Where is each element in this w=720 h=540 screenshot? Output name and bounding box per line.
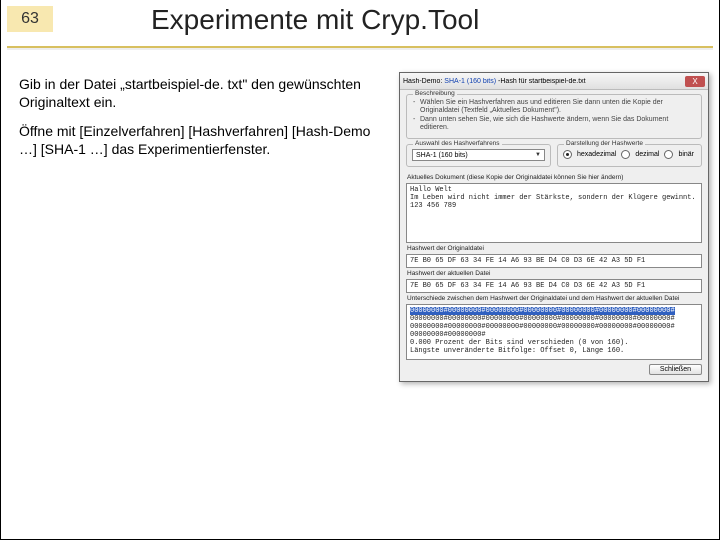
dialog-titlebar[interactable]: Hash-Demo: SHA-1 (160 bits) -Hash für st… xyxy=(400,73,708,90)
diff-row: 00000000#00000000#00000000#00000000#0000… xyxy=(410,323,675,331)
hash-original-readonly: 7E B0 65 DF 63 34 FE 14 A6 93 BE D4 C0 D… xyxy=(406,254,702,268)
close-button[interactable]: Schließen xyxy=(649,364,702,375)
description-line: Dann unten sehen Sie, wie sich die Hashw… xyxy=(420,116,696,132)
hash-current-label: Hashwert der aktuellen Datei xyxy=(407,270,702,277)
body-paragraph-2: Öffne mit [Einzelverfahren] [Hashverfahr… xyxy=(19,123,389,158)
format-group-title: Darstellung der Hashwerte xyxy=(564,140,645,147)
diff-label: Unterschiede zwischen dem Hashwert der O… xyxy=(407,295,702,302)
hash-current-readonly: 7E B0 65 DF 63 34 FE 14 A6 93 BE D4 C0 D… xyxy=(406,279,702,293)
description-group: Beschreibung Wählen Sie ein Hashverfahre… xyxy=(406,94,702,139)
radio-binary[interactable] xyxy=(664,150,673,159)
slide-header: 63 Experimente mit Cryp.Tool xyxy=(1,0,719,60)
hash-select-title: Auswahl des Hashverfahrens xyxy=(413,140,502,147)
description-line: Wählen Sie ein Hashverfahren aus und edi… xyxy=(420,99,696,115)
radio-hexadecimal[interactable] xyxy=(563,150,572,159)
chevron-down-icon: ▼ xyxy=(535,152,541,158)
editor-label: Aktuelles Dokument (diese Kopie der Orig… xyxy=(407,174,702,181)
hash-select-group: Auswahl des Hashverfahrens SHA-1 (160 bi… xyxy=(406,144,551,167)
current-document-textarea[interactable]: Hallo Welt Im Leben wird nicht immer der… xyxy=(406,183,702,243)
hash-algorithm-select[interactable]: SHA-1 (160 bits) ▼ xyxy=(412,149,545,161)
format-group: Darstellung der Hashwerte hexadezimal de… xyxy=(557,144,702,167)
titlebar-algorithm: SHA-1 (160 bits) xyxy=(444,78,496,85)
close-icon[interactable]: X xyxy=(685,76,705,87)
slide-title: Experimente mit Cryp.Tool xyxy=(151,4,479,36)
hash-algorithm-value: SHA-1 (160 bits) xyxy=(416,152,468,159)
diff-readonly: 00000000#00000000#00000000#00000000#0000… xyxy=(406,304,702,360)
hash-demo-dialog: Hash-Demo: SHA-1 (160 bits) -Hash für st… xyxy=(399,72,709,382)
radio-label: hexadezimal xyxy=(577,151,616,158)
titlebar-suffix: -Hash für startbeispiel-de.txt xyxy=(498,78,586,85)
diff-row: 0.000 Prozent der Bits sind verschieden … xyxy=(410,339,628,347)
body-paragraph-1: Gib in der Datei „startbeispiel-de. txt"… xyxy=(19,76,389,111)
radio-label: dezimal xyxy=(635,151,659,158)
diff-row: 00000000#00000000# xyxy=(410,331,486,339)
slide-body: Gib in der Datei „startbeispiel-de. txt"… xyxy=(19,76,389,170)
diff-row: Längste unveränderte Bitfolge: Offset 0,… xyxy=(410,347,624,355)
description-group-title: Beschreibung xyxy=(413,90,457,97)
hash-original-label: Hashwert der Originaldatei xyxy=(407,245,702,252)
radio-label: binär xyxy=(678,151,694,158)
diff-row: 00000000#00000000#00000000#00000000#0000… xyxy=(410,315,675,323)
radio-decimal[interactable] xyxy=(621,150,630,159)
diff-row-highlight: 00000000#00000000#00000000#00000000#0000… xyxy=(410,307,675,315)
title-underline xyxy=(7,46,713,48)
titlebar-prefix: Hash-Demo: xyxy=(403,78,442,85)
page-number: 63 xyxy=(7,6,53,32)
